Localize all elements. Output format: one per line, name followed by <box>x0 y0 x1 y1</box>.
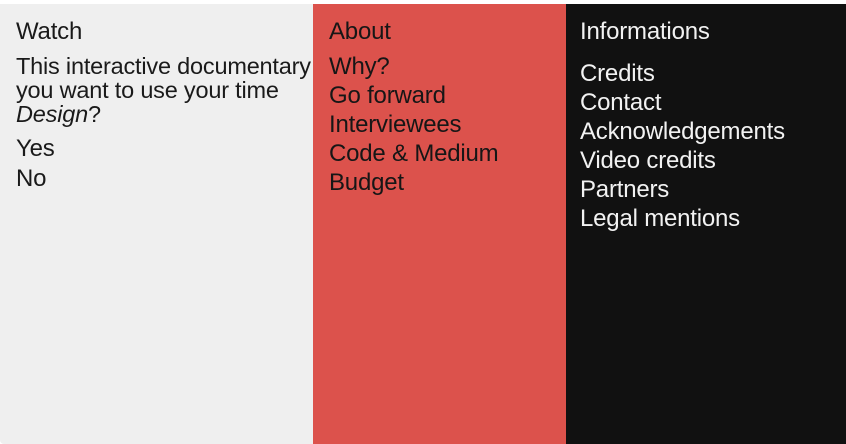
about-link-interviewees[interactable]: Interviewees <box>329 110 566 139</box>
about-column: About Why? Go forward Interviewees Code … <box>313 4 566 444</box>
watch-intro: This interactive documentary you want to … <box>16 54 313 126</box>
info-link-credits[interactable]: Credits <box>580 59 846 88</box>
info-link-contact[interactable]: Contact <box>580 88 846 117</box>
intro-end: ? <box>87 101 101 127</box>
info-link-partners[interactable]: Partners <box>580 175 846 204</box>
choice-no[interactable]: No <box>16 164 313 194</box>
watch-title: Watch <box>16 18 83 45</box>
about-title: About <box>329 18 391 45</box>
about-link-code-medium[interactable]: Code & Medium <box>329 139 566 168</box>
about-link-budget[interactable]: Budget <box>329 168 566 197</box>
about-link-go-forward[interactable]: Go forward <box>329 81 566 110</box>
informations-title: Informations <box>580 18 710 45</box>
about-links: Why? Go forward Interviewees Code & Medi… <box>329 52 566 197</box>
intro-line-2: you want to use your time <box>16 77 279 103</box>
intro-emphasis: Design <box>16 101 88 127</box>
watch-column: Watch This interactive documentary you wa… <box>0 4 313 444</box>
info-link-acknowledgements[interactable]: Acknowledgements <box>580 117 846 146</box>
info-link-legal-mentions[interactable]: Legal mentions <box>580 204 846 233</box>
watch-choices: Yes No <box>16 134 313 194</box>
info-link-video-credits[interactable]: Video credits <box>580 146 846 175</box>
informations-links: Credits Contact Acknowledgements Video c… <box>580 59 846 233</box>
choice-yes[interactable]: Yes <box>16 134 313 164</box>
about-link-why[interactable]: Why? <box>329 52 566 81</box>
menu-overlay: Watch This interactive documentary you wa… <box>0 0 846 444</box>
intro-line-1: This interactive documentary <box>16 53 311 79</box>
informations-column: Informations Credits Contact Acknowledge… <box>566 4 846 444</box>
